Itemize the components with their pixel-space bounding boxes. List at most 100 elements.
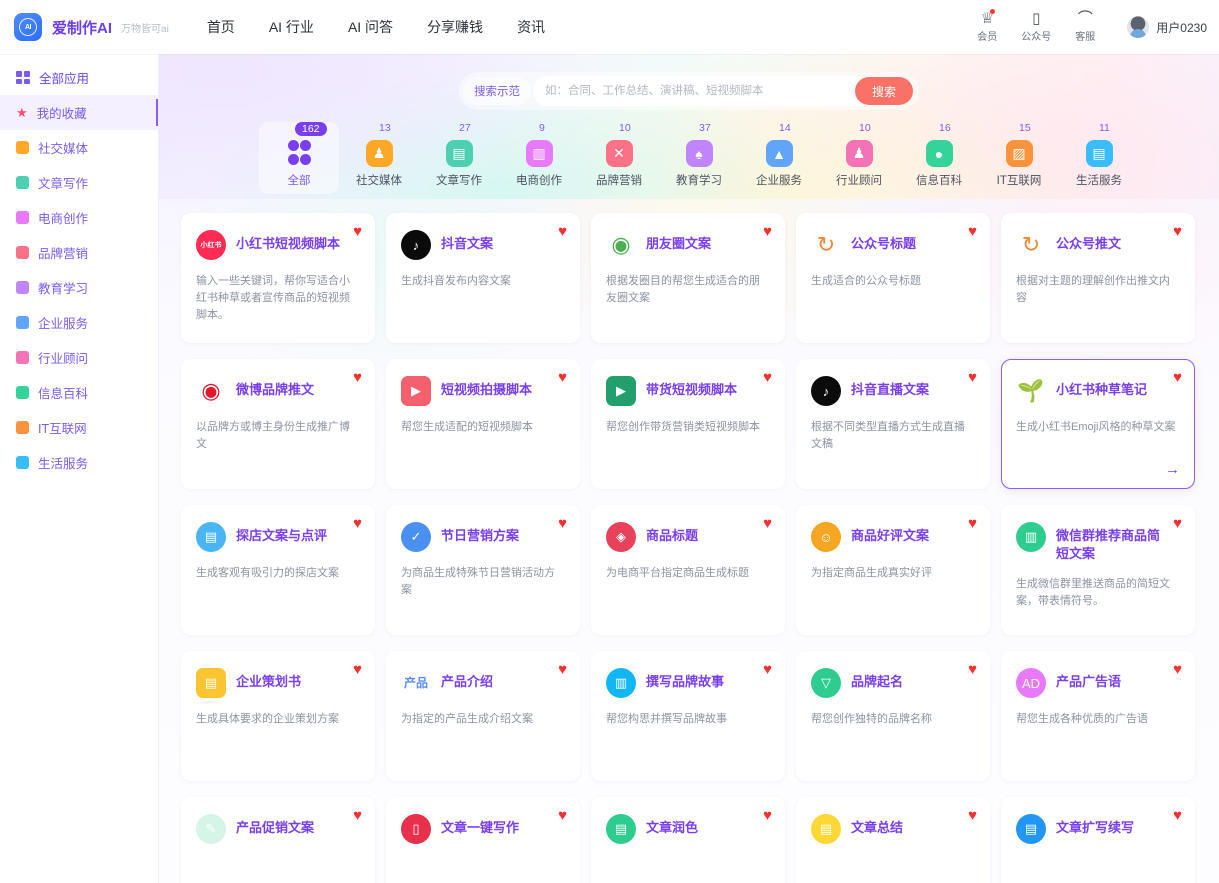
favorite-heart-icon[interactable]: ♥ bbox=[763, 224, 772, 239]
favorite-heart-icon[interactable]: ♥ bbox=[968, 516, 977, 531]
app-card[interactable]: ◉ 朋友圈文案 根据发圈目的帮您生成适合的朋友圈文案 ♥ bbox=[591, 213, 785, 343]
app-card[interactable]: ▤ 文章润色 ♥ bbox=[591, 797, 785, 883]
favorite-heart-icon[interactable]: ♥ bbox=[353, 662, 362, 677]
sidebar-item-label: 社交媒体 bbox=[38, 142, 89, 156]
live-commerce-icon: ▶ bbox=[606, 376, 636, 406]
sidebar-item-label: 信息百科 bbox=[38, 387, 89, 401]
brand-name: 爱制作AI bbox=[52, 19, 113, 37]
app-card[interactable]: ▶ 短视频拍摄脚本 帮您生成适配的短视频脚本 ♥ bbox=[386, 359, 580, 489]
sidebar-item-10[interactable]: IT互联网 bbox=[0, 410, 158, 445]
sidebar-item-0[interactable]: 全部应用 bbox=[0, 60, 158, 95]
nav-item-1[interactable]: AI 行业 bbox=[269, 17, 314, 37]
nav-item-0[interactable]: 首页 bbox=[207, 17, 235, 37]
favorite-heart-icon[interactable]: ♥ bbox=[968, 370, 977, 385]
app-card[interactable]: 产品 产品介绍 为指定的产品生成介绍文案 ♥ bbox=[386, 651, 580, 781]
search-button[interactable]: 搜索 bbox=[855, 77, 913, 105]
category-tab-7[interactable]: 10 ♟ 行业顾问 bbox=[819, 122, 899, 194]
sidebar-item-3[interactable]: 文章写作 bbox=[0, 165, 158, 200]
app-card[interactable]: ▤ 探店文案与点评 生成客观有吸引力的探店文案 ♥ bbox=[181, 505, 375, 635]
search-demo-tag[interactable]: 搜索示范 bbox=[463, 77, 531, 105]
app-card[interactable]: ▥ 撰写品牌故事 帮您构思并撰写品牌故事 ♥ bbox=[591, 651, 785, 781]
favorite-heart-icon[interactable]: ♥ bbox=[1173, 370, 1182, 385]
favorite-heart-icon[interactable]: ♥ bbox=[1173, 224, 1182, 239]
category-tab-2[interactable]: 27 ▤ 文章写作 bbox=[419, 122, 499, 194]
category-tab-6[interactable]: 14 ▲ 企业服务 bbox=[739, 122, 819, 194]
app-card[interactable]: ✎ 产品促销文案 ♥ bbox=[181, 797, 375, 883]
category-tab-0[interactable]: 162 全部 bbox=[259, 122, 339, 194]
favorite-heart-icon[interactable]: ♥ bbox=[353, 808, 362, 823]
favorite-heart-icon[interactable]: ♥ bbox=[763, 370, 772, 385]
app-card-description: 生成客观有吸引力的探店文案 bbox=[196, 567, 339, 579]
category-tab-8[interactable]: 16 ● 信息百科 bbox=[899, 122, 979, 194]
nav-item-2[interactable]: AI 问答 bbox=[348, 17, 393, 37]
sidebar-item-4[interactable]: 电商创作 bbox=[0, 200, 158, 235]
app-card[interactable]: ♪ 抖音文案 生成抖音发布内容文案 ♥ bbox=[386, 213, 580, 343]
avatar bbox=[1127, 16, 1150, 38]
sidebar-item-8[interactable]: 行业顾问 bbox=[0, 340, 158, 375]
user-menu[interactable]: 用户0230 bbox=[1127, 16, 1207, 38]
sidebar-item-7[interactable]: 企业服务 bbox=[0, 305, 158, 340]
app-card[interactable]: ↻ 公众号推文 根据对主题的理解创作出推文内容 ♥ bbox=[1001, 213, 1195, 343]
nav-item-4[interactable]: 资讯 bbox=[517, 17, 545, 37]
favorite-heart-icon[interactable]: ♥ bbox=[558, 808, 567, 823]
category-tab-4[interactable]: 10 ✕ 品牌营销 bbox=[579, 122, 659, 194]
app-card[interactable]: 小红书 小红书短视频脚本 输入一些关键词，帮你写适合小红书种草或者宣传商品的短视频脚… bbox=[181, 213, 375, 343]
headset-action[interactable]: ⌒ 客服 bbox=[1075, 11, 1095, 43]
sidebar-item-6[interactable]: 教育学习 bbox=[0, 270, 158, 305]
favorite-heart-icon[interactable]: ♥ bbox=[968, 662, 977, 677]
sidebar-item-9[interactable]: 信息百科 bbox=[0, 375, 158, 410]
brand[interactable]: AI 爱制作AI 万物皆可ai bbox=[14, 13, 169, 41]
nav-item-3[interactable]: 分享赚钱 bbox=[427, 17, 483, 37]
sidebar-item-11[interactable]: 生活服务 bbox=[0, 445, 158, 480]
search-input[interactable] bbox=[533, 76, 907, 106]
category-tab-9[interactable]: 15 ▨ IT互联网 bbox=[979, 122, 1059, 194]
app-card-title: 商品好评文案 bbox=[851, 528, 930, 543]
sidebar-item-1[interactable]: ★ 我的收藏 bbox=[0, 95, 158, 130]
app-card[interactable]: ▤ 企业策划书 生成具体要求的企业策划方案 ♥ bbox=[181, 651, 375, 781]
favorite-heart-icon[interactable]: ♥ bbox=[353, 370, 362, 385]
app-card-description: 为电商平台指定商品生成标题 bbox=[606, 567, 749, 579]
favorite-heart-icon[interactable]: ♥ bbox=[558, 516, 567, 531]
header-action-label: 客服 bbox=[1075, 32, 1096, 43]
favorite-heart-icon[interactable]: ♥ bbox=[353, 516, 362, 531]
crown-action[interactable]: ♕ 会员 bbox=[977, 9, 997, 43]
favorite-heart-icon[interactable]: ♥ bbox=[558, 370, 567, 385]
favorite-heart-icon[interactable]: ♥ bbox=[1173, 808, 1182, 823]
category-tab-1[interactable]: 13 ♟ 社交媒体 bbox=[339, 122, 419, 194]
app-card-description: 根据对主题的理解创作出推文内容 bbox=[1016, 275, 1170, 304]
app-card[interactable]: 🌱 小红书种草笔记 生成小红书Emoji风格的种草文案 ♥ → bbox=[1001, 359, 1195, 489]
app-card[interactable]: ↻ 公众号标题 生成适合的公众号标题 ♥ bbox=[796, 213, 990, 343]
favorite-heart-icon[interactable]: ♥ bbox=[353, 224, 362, 239]
favorite-heart-icon[interactable]: ♥ bbox=[763, 662, 772, 677]
app-card[interactable]: ☺ 商品好评文案 为指定商品生成真实好评 ♥ bbox=[796, 505, 990, 635]
app-card[interactable]: ▤ 文章总结 ♥ bbox=[796, 797, 990, 883]
app-card[interactable]: ▯ 文章一键写作 ♥ bbox=[386, 797, 580, 883]
app-card[interactable]: ◈ 商品标题 为电商平台指定商品生成标题 ♥ bbox=[591, 505, 785, 635]
app-logo-icon: AI bbox=[14, 13, 42, 41]
app-card[interactable]: ✓ 节日营销方案 为商品生成特殊节日营销活动方案 ♥ bbox=[386, 505, 580, 635]
category-tab-3[interactable]: 9 ▥ 电商创作 bbox=[499, 122, 579, 194]
favorite-heart-icon[interactable]: ♥ bbox=[968, 224, 977, 239]
app-card[interactable]: ◉ 微博品牌推文 以品牌方或博主身份生成推广博文 ♥ bbox=[181, 359, 375, 489]
category-tab-10[interactable]: 11 ▤ 生活服务 bbox=[1059, 122, 1139, 194]
app-card[interactable]: ▤ 文章扩写续写 ♥ bbox=[1001, 797, 1195, 883]
favorite-heart-icon[interactable]: ♥ bbox=[558, 224, 567, 239]
phone-action[interactable]: ▯ 公众号 bbox=[1021, 11, 1051, 43]
sidebar-item-5[interactable]: 品牌营销 bbox=[0, 235, 158, 270]
favorite-heart-icon[interactable]: ♥ bbox=[1173, 516, 1182, 531]
app-card[interactable]: ▽ 品牌起名 帮您创作独特的品牌名称 ♥ bbox=[796, 651, 990, 781]
card-arrow-icon[interactable]: → bbox=[1165, 461, 1180, 478]
app-card[interactable]: ▶ 带货短视频脚本 帮您创作带货营销类短视频脚本 ♥ bbox=[591, 359, 785, 489]
app-card-description: 帮您生成各种优质的广告语 bbox=[1016, 713, 1148, 725]
sidebar-item-2[interactable]: 社交媒体 bbox=[0, 130, 158, 165]
category-tab-5[interactable]: 37 ♠ 教育学习 bbox=[659, 122, 739, 194]
app-card[interactable]: ▥ 微信群推荐商品简短文案 生成微信群里推送商品的简短文案，带表情符号。 ♥ bbox=[1001, 505, 1195, 635]
favorite-heart-icon[interactable]: ♥ bbox=[1173, 662, 1182, 677]
favorite-heart-icon[interactable]: ♥ bbox=[763, 808, 772, 823]
app-card[interactable]: AD 产品广告语 帮您生成各种优质的广告语 ♥ bbox=[1001, 651, 1195, 781]
favorite-heart-icon[interactable]: ♥ bbox=[763, 516, 772, 531]
app-card-title: 文章润色 bbox=[646, 820, 699, 835]
favorite-heart-icon[interactable]: ♥ bbox=[968, 808, 977, 823]
favorite-heart-icon[interactable]: ♥ bbox=[558, 662, 567, 677]
app-card[interactable]: ♪ 抖音直播文案 根据不同类型直播方式生成直播文稿 ♥ bbox=[796, 359, 990, 489]
